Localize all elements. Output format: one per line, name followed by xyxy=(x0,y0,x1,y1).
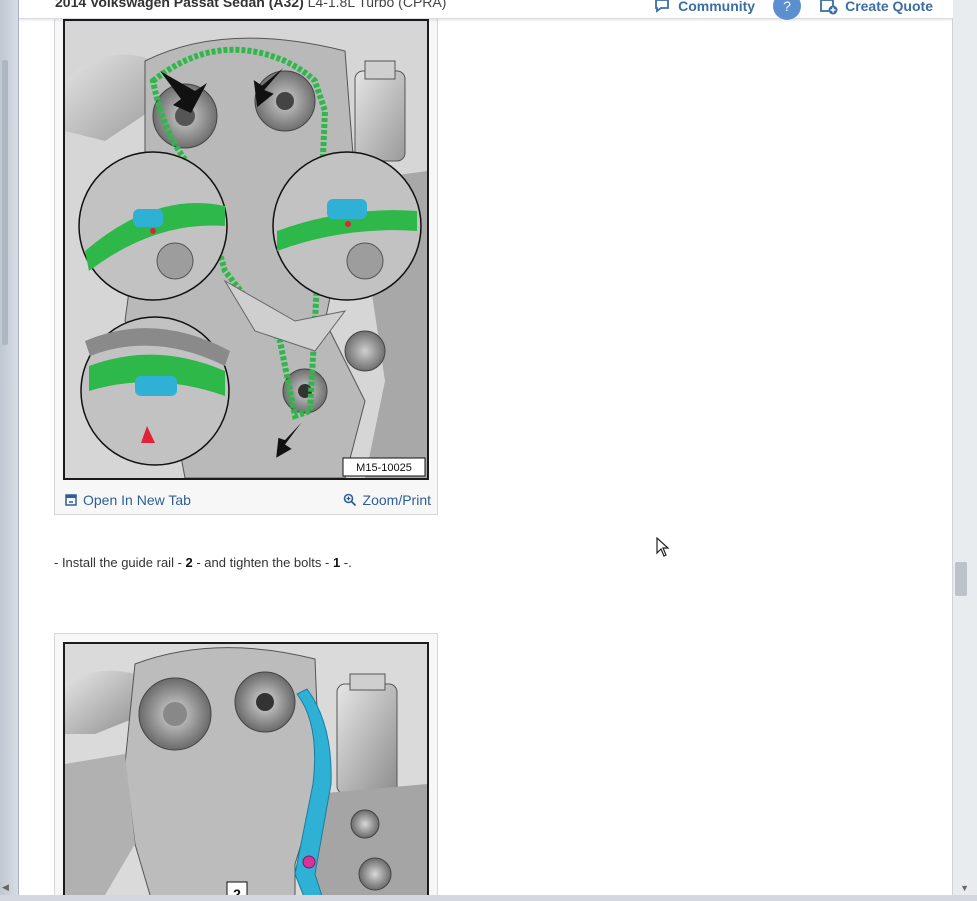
vehicle-title-rest: L4-1.8L Turbo (CPRA) xyxy=(303,0,447,10)
window-bottom-edge xyxy=(0,895,977,901)
guide-rail-illustration: 2 xyxy=(65,644,427,895)
vehicle-title-bold: 2014 Volkswagen Passat Sedan (A32) xyxy=(55,0,304,10)
vehicle-title: 2014 Volkswagen Passat Sedan (A32) L4-1.… xyxy=(55,0,446,10)
help-button[interactable]: ? xyxy=(773,0,802,20)
left-window-edge: ◀ xyxy=(0,0,19,901)
timing-chain-illustration: M15-10025 xyxy=(65,21,427,478)
scrollbar-thumb[interactable] xyxy=(955,562,967,596)
step-prefix: - Install the guide rail - xyxy=(54,555,186,570)
help-icon: ? xyxy=(783,0,791,14)
figure-guide-rail: 2 xyxy=(54,633,438,895)
step-middle: - and tighten the bolts - xyxy=(192,555,333,570)
community-icon xyxy=(655,0,669,13)
vehicle-header: 2014 Volkswagen Passat Sedan (A32) L4-1.… xyxy=(19,0,953,20)
figure-code-label: M15-10025 xyxy=(356,462,412,474)
step-part-2: 2 xyxy=(185,555,193,570)
open-new-tab-icon xyxy=(65,494,77,506)
step-suffix: -. xyxy=(340,555,352,570)
engine-diagram-1[interactable]: M15-10025 xyxy=(63,19,429,480)
create-quote-icon xyxy=(820,0,838,15)
zoom-print-link[interactable]: Zoom/Print xyxy=(343,492,431,508)
open-in-new-tab-label: Open In New Tab xyxy=(83,492,191,508)
create-quote-button[interactable]: Create Quote xyxy=(819,0,933,15)
figure-timing-chain: M15-10025 Open In New Tab Zoom/Print xyxy=(54,0,438,515)
install-step-text: - Install the guide rail - 2 - and tight… xyxy=(54,555,352,570)
content-viewport: 2014 Volkswagen Passat Sedan (A32) L4-1.… xyxy=(19,0,953,895)
header-actions: Community ? Create Quote xyxy=(654,0,933,20)
community-label: Community xyxy=(678,0,756,14)
scroll-down-arrow-icon[interactable]: ▼ xyxy=(960,883,969,893)
figure-links: Open In New Tab Zoom/Print xyxy=(65,492,431,508)
zoom-icon xyxy=(343,493,356,507)
mouse-cursor-icon xyxy=(656,537,670,557)
left-pane-scroll-thumb[interactable] xyxy=(2,60,8,345)
community-button[interactable]: Community xyxy=(654,0,755,14)
zoom-print-label: Zoom/Print xyxy=(362,492,431,508)
callout-2-label: 2 xyxy=(233,886,241,895)
engine-diagram-2[interactable]: 2 xyxy=(63,642,429,895)
left-scroll-arrow-icon[interactable]: ◀ xyxy=(2,882,9,893)
open-in-new-tab-link[interactable]: Open In New Tab xyxy=(65,492,191,508)
create-quote-label: Create Quote xyxy=(845,0,933,14)
page-scrollbar[interactable]: ▼ xyxy=(952,0,977,901)
